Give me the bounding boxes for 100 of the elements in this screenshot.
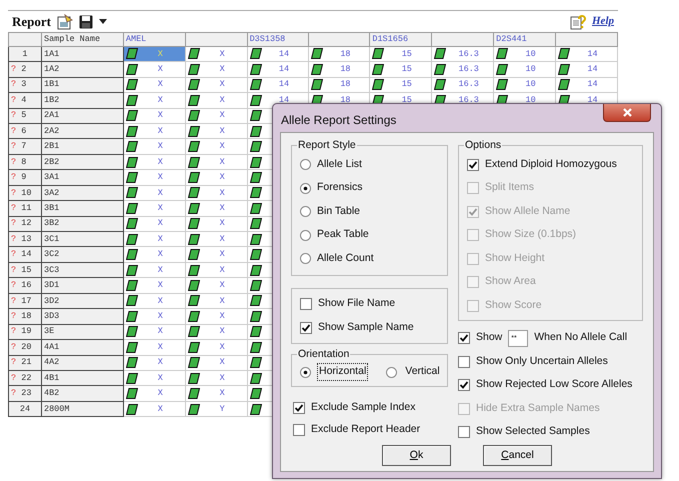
allele-cell[interactable]: 18	[308, 77, 370, 93]
allele-cell[interactable]: X	[185, 108, 248, 124]
report-wizard-icon[interactable]	[57, 14, 73, 30]
allele-cell[interactable]: X	[123, 324, 186, 340]
checkbox[interactable]	[458, 332, 470, 344]
allele-cell[interactable]: 10	[494, 77, 556, 93]
allele-cell[interactable]: X	[123, 278, 186, 294]
allele-cell[interactable]: X	[185, 278, 248, 294]
index-text: 3	[21, 79, 26, 90]
radio-button[interactable]	[300, 206, 311, 218]
allele-cell[interactable]: X	[123, 108, 186, 124]
allele-cell[interactable]: X	[185, 62, 248, 78]
allele-cell[interactable]: X	[123, 138, 186, 154]
header-cell	[556, 32, 618, 46]
allele-cell[interactable]: X	[123, 293, 186, 309]
allele-cell[interactable]: X	[123, 185, 186, 201]
allele-cell[interactable]: 15	[370, 62, 432, 78]
allele-cell[interactable]: X	[123, 77, 186, 93]
allele-cell[interactable]: 14	[247, 77, 309, 93]
allele-cell[interactable]: X	[185, 123, 248, 139]
help-icon[interactable]	[570, 14, 586, 30]
radio-button[interactable]	[300, 253, 311, 264]
checkbox[interactable]	[293, 402, 305, 414]
allele-cell[interactable]: X	[123, 401, 186, 417]
allele-cell[interactable]: X	[185, 293, 248, 309]
allele-cell[interactable]: X	[123, 340, 186, 355]
allele-cell[interactable]: X	[185, 46, 248, 62]
allele-cell[interactable]: 18	[308, 46, 370, 62]
index-text: 15	[21, 264, 32, 275]
allele-cell[interactable]: Y	[185, 401, 248, 417]
allele-cell[interactable]: X	[123, 62, 186, 78]
allele-cell[interactable]: 14	[247, 62, 309, 78]
allele-cell[interactable]: X	[185, 170, 248, 186]
allele-cell[interactable]: 18	[308, 62, 370, 78]
allele-cell[interactable]: X	[185, 232, 248, 247]
allele-cell[interactable]: 14	[247, 46, 309, 62]
close-button[interactable]	[603, 104, 651, 122]
allele-cell[interactable]: X	[185, 355, 248, 370]
allele-cell[interactable]: X	[123, 216, 186, 232]
radio-button[interactable]	[300, 159, 311, 170]
allele-cell[interactable]: X	[185, 324, 248, 340]
allele-cell[interactable]: X	[123, 308, 186, 324]
allele-cell[interactable]: 16.3	[432, 62, 494, 78]
dialog-button[interactable]: Ok	[382, 445, 451, 466]
allele-cell[interactable]: X	[185, 246, 248, 262]
allele-cell[interactable]: X	[185, 386, 248, 402]
radio-button[interactable]	[300, 182, 311, 194]
radio-button[interactable]	[300, 230, 311, 241]
dialog-button[interactable]: Cancel	[483, 445, 552, 466]
allele-cell[interactable]: 15	[370, 46, 432, 62]
save-icon[interactable]	[79, 14, 93, 28]
allele-cell[interactable]: X	[123, 232, 186, 247]
allele-icon	[250, 249, 262, 260]
allele-cell[interactable]: 10	[494, 62, 556, 78]
radio-button[interactable]	[300, 366, 311, 378]
allele-cell[interactable]: X	[123, 123, 186, 139]
allele-cell[interactable]: X	[123, 154, 186, 170]
caret-icon[interactable]	[99, 19, 107, 24]
allele-cell[interactable]: 15	[370, 77, 432, 93]
allele-cell[interactable]: X	[185, 216, 248, 232]
allele-icon	[126, 372, 138, 384]
allele-cell[interactable]: X	[123, 262, 186, 278]
allele-cell[interactable]: X	[123, 386, 186, 402]
help-link[interactable]: Help	[592, 13, 614, 30]
allele-cell[interactable]: X	[123, 170, 186, 186]
allele-icon	[188, 187, 200, 198]
allele-cell[interactable]: X	[123, 246, 186, 262]
checkbox[interactable]	[458, 379, 470, 392]
option-label: Exclude Sample Index	[311, 400, 416, 416]
allele-cell[interactable]: 10	[494, 46, 556, 62]
checkbox[interactable]	[300, 298, 312, 310]
allele-cell[interactable]: X	[185, 308, 248, 324]
allele-cell[interactable]: X	[185, 340, 248, 355]
allele-cell[interactable]: X	[185, 77, 248, 93]
checkbox[interactable]	[458, 356, 470, 368]
allele-cell[interactable]: X	[185, 92, 248, 108]
allele-cell[interactable]: X	[185, 262, 248, 278]
allele-cell[interactable]: 16.3	[432, 46, 494, 62]
allele-cell[interactable]: 14	[556, 62, 618, 78]
flag-mark: ?	[11, 372, 16, 383]
allele-cell[interactable]: X	[185, 154, 248, 170]
allele-cell[interactable]: 16.3	[432, 77, 494, 93]
allele-icon	[188, 249, 200, 260]
allele-cell[interactable]: X	[185, 370, 248, 386]
checkbox[interactable]	[458, 426, 470, 438]
index-text: 1	[22, 48, 28, 59]
sample-name-cell: 1B1	[41, 77, 124, 93]
checkbox[interactable]	[293, 424, 305, 436]
allele-cell[interactable]: X	[123, 355, 186, 370]
allele-cell[interactable]: X	[123, 370, 186, 386]
allele-cell[interactable]: X	[185, 138, 248, 154]
checkbox[interactable]	[467, 158, 479, 171]
allele-cell[interactable]: X	[185, 200, 248, 216]
allele-cell[interactable]: 14	[556, 77, 618, 93]
allele-cell[interactable]: 14	[556, 46, 618, 62]
allele-cell[interactable]: X	[185, 185, 248, 201]
radio-button[interactable]	[386, 366, 398, 378]
checkbox[interactable]	[300, 322, 312, 334]
allele-cell[interactable]: X	[123, 200, 186, 216]
allele-cell[interactable]: X	[123, 92, 186, 108]
